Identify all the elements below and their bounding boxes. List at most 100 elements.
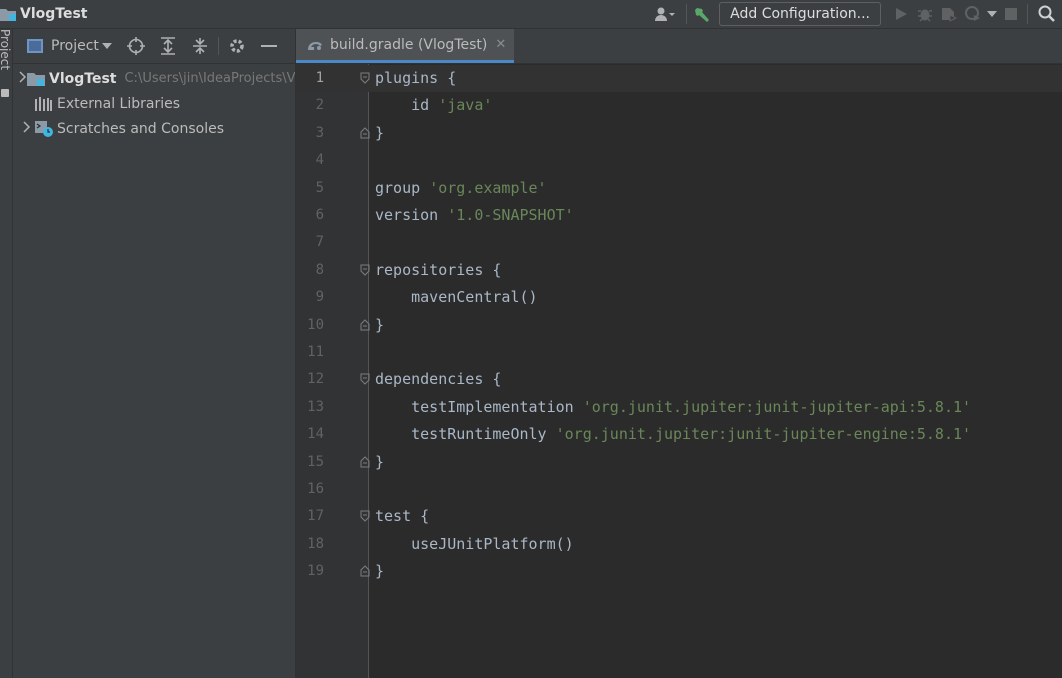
build-hammer-icon[interactable] — [691, 2, 715, 26]
code-line[interactable]: 8 repositories { — [296, 257, 1062, 284]
line-number: 19 — [307, 563, 324, 580]
code-line[interactable]: 6 version '1.0-SNAPSHOT' — [296, 202, 1062, 229]
tree-item-label: External Libraries — [57, 95, 180, 112]
code-text: plugins { — [375, 65, 456, 92]
user-icon[interactable] — [648, 2, 682, 26]
fold-close-icon[interactable] — [360, 318, 370, 331]
code-token: } — [375, 315, 385, 334]
project-tool-tab[interactable]: Project — [0, 29, 12, 70]
code-line[interactable]: 19} — [296, 558, 1062, 585]
debug-icon[interactable] — [913, 2, 937, 26]
toolbar-separator — [1027, 4, 1028, 24]
line-number: 2 — [315, 97, 324, 114]
project-panel-header: Project — [13, 29, 295, 64]
code-line[interactable]: 16 — [296, 476, 1062, 503]
code-line[interactable]: 15} — [296, 449, 1062, 476]
code-line[interactable]: 10} — [296, 312, 1062, 339]
line-number: 5 — [315, 179, 324, 196]
code-text: repositories { — [375, 257, 501, 284]
project-title-label: VlogTest — [20, 6, 88, 22]
code-token: testImplementation — [375, 397, 583, 416]
tab-build-gradle[interactable]: build.gradle (VlogTest) ✕ — [296, 29, 514, 63]
fold-close-icon[interactable] — [360, 565, 370, 577]
chevron-right-icon[interactable] — [19, 71, 27, 86]
code-token: version — [375, 206, 448, 224]
line-number: 3 — [315, 124, 324, 141]
code-editor[interactable]: 1 plugins {2 id 'java' 3} 4 5 group 'org.exam… — [296, 64, 1062, 678]
code-token: mavenCentral() — [375, 288, 538, 307]
code-text: test { — [375, 503, 429, 530]
line-number: 11 — [307, 344, 324, 360]
line-number: 14 — [307, 426, 324, 443]
line-number: 13 — [307, 398, 324, 415]
coverage-icon[interactable] — [937, 2, 961, 26]
stop-icon[interactable] — [999, 2, 1023, 26]
code-text: } — [375, 312, 384, 339]
code-token: repositories { — [375, 260, 502, 279]
fold-close-icon[interactable] — [360, 127, 370, 139]
locate-file-icon[interactable] — [120, 34, 152, 58]
line-number: 7 — [315, 234, 324, 251]
line-number: 8 — [315, 261, 324, 278]
project-tool-tab-icon — [1, 89, 9, 97]
fold-open-icon[interactable] — [360, 264, 370, 276]
fold-open-icon[interactable] — [360, 373, 370, 386]
code-line[interactable]: 14 testRuntimeOnly 'org.junit.jupiter:ju… — [296, 421, 1062, 448]
close-icon[interactable]: ✕ — [495, 37, 506, 52]
code-token: } — [375, 123, 385, 142]
tree-item-scratches[interactable]: Scratches and Consoles — [13, 116, 295, 141]
line-number: 16 — [307, 481, 324, 497]
left-tool-strip: Project — [0, 29, 13, 678]
line-number: 10 — [307, 316, 324, 333]
code-text: } — [375, 449, 384, 476]
tree-item-external-libraries[interactable]: External Libraries — [13, 91, 295, 116]
chevron-down-icon[interactable] — [985, 2, 999, 26]
line-number: 1 — [315, 70, 324, 86]
string-literal: 'org.junit.jupiter:junit-jupiter-engine:… — [555, 425, 972, 444]
project-title[interactable]: VlogTest — [0, 0, 87, 28]
fold-close-icon[interactable] — [360, 455, 370, 468]
code-token: } — [375, 452, 385, 471]
tree-item-vlogtest[interactable]: VlogTest C:\Users\jin\IdeaProjects\VlogT… — [13, 66, 295, 91]
chevron-right-icon[interactable] — [19, 121, 35, 136]
code-line[interactable]: 9 mavenCentral() — [296, 284, 1062, 311]
expand-all-icon[interactable] — [152, 34, 184, 58]
project-view-icon — [27, 39, 43, 53]
code-line[interactable]: 1 plugins { — [296, 65, 1062, 92]
string-literal: '1.0-SNAPSHOT' — [447, 206, 574, 224]
code-line[interactable]: 3} — [296, 120, 1062, 147]
code-token: dependencies { — [375, 370, 502, 389]
fold-open-icon[interactable] — [360, 72, 370, 84]
code-line[interactable]: 5 group 'org.example' — [296, 175, 1062, 202]
search-icon[interactable] — [1032, 2, 1062, 26]
code-line[interactable]: 17 test { — [296, 503, 1062, 530]
editor-tab-bar: build.gradle (VlogTest) ✕ — [296, 29, 1062, 64]
code-line[interactable]: 4 — [296, 147, 1062, 174]
toolbar-separator — [686, 4, 688, 24]
code-text: dependencies { — [375, 366, 501, 393]
code-token: useJUnitPlatform() — [375, 534, 574, 553]
code-line[interactable]: 7 — [296, 229, 1062, 256]
collapse-all-icon[interactable] — [184, 34, 216, 58]
fold-open-icon[interactable] — [360, 510, 370, 523]
code-line[interactable]: 12 dependencies { — [296, 366, 1062, 393]
project-panel: Project VlogTest C:\Users\jin\IdeaProjec… — [13, 29, 296, 678]
code-line[interactable]: 2 id 'java' — [296, 92, 1062, 119]
add-configuration-button[interactable]: Add Configuration... — [719, 2, 881, 26]
line-number: 9 — [315, 289, 324, 306]
code-token: } — [375, 562, 385, 581]
code-line[interactable]: 11 — [296, 339, 1062, 366]
string-literal: 'java' — [438, 96, 493, 115]
gear-icon[interactable] — [221, 34, 253, 58]
project-view-selector[interactable]: Project — [27, 38, 112, 54]
code-line[interactable]: 18 useJUnitPlatform() — [296, 531, 1062, 558]
code-text: } — [375, 558, 384, 585]
header-separator — [217, 37, 219, 55]
hide-panel-icon[interactable] — [253, 34, 285, 58]
code-text: group 'org.example' — [375, 175, 547, 202]
code-token: group — [375, 178, 430, 197]
run-icon[interactable] — [889, 2, 913, 26]
profile-icon[interactable] — [961, 2, 985, 26]
scratches-icon — [35, 120, 53, 137]
code-line[interactable]: 13 testImplementation 'org.junit.jupiter… — [296, 394, 1062, 421]
